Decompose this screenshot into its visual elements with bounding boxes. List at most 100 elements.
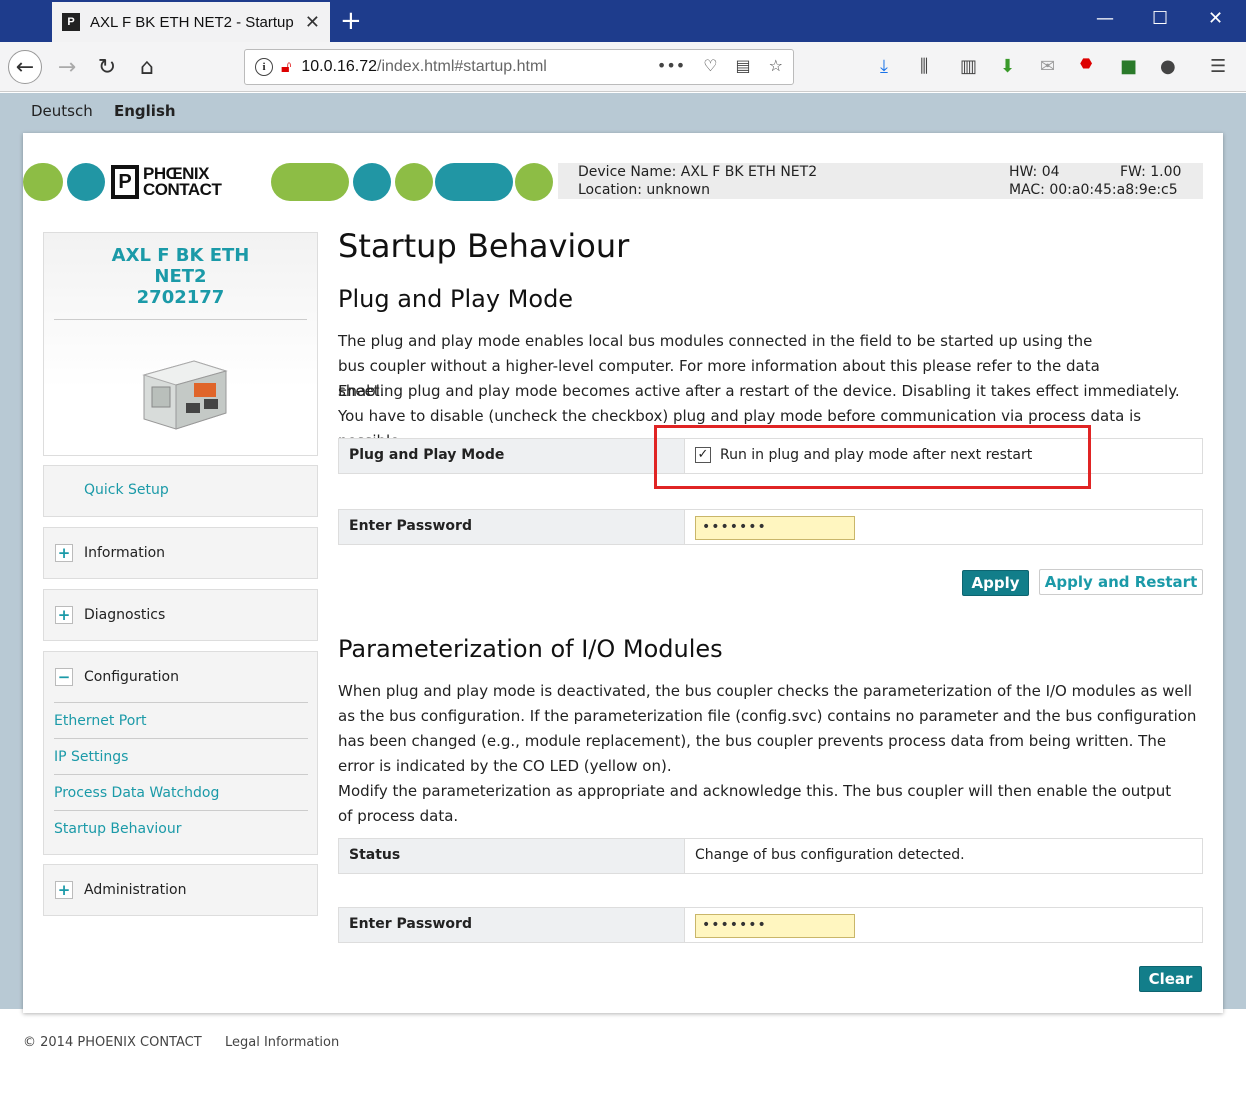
product-number: 2702177 (136, 287, 225, 308)
library-icon[interactable]: ⫼ (920, 56, 928, 77)
status-row: Status Change of bus configuration detec… (338, 838, 1203, 874)
browser-tab[interactable]: P AXL F BK ETH NET2 - Startup B ✕ (52, 2, 330, 42)
apply-restart-button[interactable]: Apply and Restart (1039, 569, 1203, 595)
param-description-1: When plug and play mode is deactivated, … (338, 682, 1197, 775)
menu-icon[interactable]: ☰ (1210, 56, 1226, 77)
insecure-lock-icon[interactable]: 🔓︎ (281, 57, 291, 77)
banner-dot (435, 163, 513, 201)
param-description-2: Modify the parameterization as appropria… (338, 782, 1172, 825)
lang-english[interactable]: English (114, 102, 176, 120)
brand-banner: P PHŒNIX CONTACT (23, 163, 563, 201)
pocket-icon[interactable]: ♡ (703, 56, 717, 75)
browser-navbar: ← → ↻ ⌂ i 🔓︎ 10.0.16.72/index.html#start… (0, 42, 1246, 92)
back-icon[interactable]: ← (8, 50, 42, 84)
device-name: Device Name: AXL F BK ETH NET2 (578, 164, 818, 180)
new-tab-icon[interactable]: + (340, 6, 362, 36)
password-field[interactable]: ••••••• (695, 516, 855, 540)
maximize-icon[interactable]: ☐ (1152, 8, 1168, 29)
account-icon[interactable]: ● (1160, 56, 1176, 77)
tab-title: AXL F BK ETH NET2 - Startup B (90, 13, 299, 31)
password-label: Enter Password (339, 510, 685, 544)
password-label-2: Enter Password (339, 908, 685, 942)
menu-configuration: − Configuration Ethernet Port IP Setting… (43, 651, 318, 855)
submenu-process-data-watchdog[interactable]: Process Data Watchdog (54, 774, 308, 810)
banner-dot (515, 163, 553, 201)
url-host: 10.0.16.72 (301, 58, 377, 75)
mail-icon[interactable]: ✉ (1040, 56, 1055, 77)
red-highlight-box (654, 425, 1091, 489)
product-box: AXL F BK ETH NET2 2702177 (43, 232, 318, 456)
submenu-startup-behaviour[interactable]: Startup Behaviour (54, 810, 308, 846)
quick-setup-box: Quick Setup (43, 465, 318, 517)
banner-dot (23, 163, 63, 201)
bookmark-star-icon[interactable]: ☆ (769, 56, 783, 75)
submenu-ethernet-port[interactable]: Ethernet Port (54, 702, 308, 738)
password-field-2[interactable]: ••••••• (695, 914, 855, 938)
pnp-heading: Plug and Play Mode (338, 285, 574, 313)
menu-configuration-header[interactable]: − Configuration (44, 652, 317, 702)
menu-administration-label: Administration (84, 882, 187, 898)
configuration-submenu: Ethernet Port IP Settings Process Data W… (54, 702, 308, 846)
tab-favicon-icon: P (62, 13, 80, 31)
status-label: Status (339, 839, 685, 873)
expand-plus-icon[interactable]: + (55, 881, 73, 899)
logo-line2: CONTACT (143, 180, 222, 199)
download-helper-icon[interactable]: ⬇ (1000, 56, 1015, 77)
product-name-line2: NET2 (154, 266, 207, 287)
download-icon[interactable]: ⤓ (880, 56, 888, 77)
menu-diagnostics: + Diagnostics (43, 589, 318, 641)
page-title: Startup Behaviour (338, 227, 630, 265)
footer-legal-link[interactable]: Legal Information (225, 1035, 339, 1050)
firmware-version: FW: 1.00 (1120, 164, 1182, 180)
language-bar: Deutsch English (0, 93, 1246, 129)
menu-configuration-label: Configuration (84, 669, 179, 685)
menu-diagnostics-label: Diagnostics (84, 607, 166, 623)
minimize-icon[interactable]: — (1096, 8, 1114, 29)
page-actions-icon[interactable]: ••• (657, 56, 685, 75)
extension-icon[interactable]: ■ (1120, 56, 1137, 77)
banner-dot (395, 163, 433, 201)
close-window-icon[interactable]: ✕ (1208, 8, 1223, 29)
expand-plus-icon[interactable]: + (55, 544, 73, 562)
content-card: P PHŒNIX CONTACT Device Name: AXL F BK E… (23, 133, 1223, 1013)
quick-setup-link[interactable]: Quick Setup (84, 482, 169, 498)
tab-close-icon[interactable]: ✕ (305, 12, 320, 33)
menu-administration: + Administration (43, 864, 318, 916)
collapse-minus-icon[interactable]: − (55, 668, 73, 686)
apply-button[interactable]: Apply (962, 570, 1029, 596)
reader-icon[interactable]: ▤ (736, 56, 751, 75)
adblock-icon[interactable]: ⬣ (1080, 56, 1092, 72)
menu-diagnostics-header[interactable]: + Diagnostics (44, 590, 317, 640)
device-info-panel: Device Name: AXL F BK ETH NET2 Location:… (558, 163, 1203, 199)
status-value: Change of bus configuration detected. (695, 847, 965, 863)
forward-icon[interactable]: → (50, 50, 84, 84)
device-location: Location: unknown (578, 182, 710, 198)
hardware-version: HW: 04 (1009, 164, 1060, 180)
banner-dot (353, 163, 391, 201)
phoenix-logo: P PHŒNIX CONTACT (111, 163, 263, 201)
reload-icon[interactable]: ↻ (90, 50, 124, 84)
footer-copyright: © 2014 PHOENIX CONTACT (23, 1035, 202, 1050)
url-path: /index.html#startup.html (377, 58, 547, 75)
submenu-ip-settings[interactable]: IP Settings (54, 738, 308, 774)
menu-administration-header[interactable]: + Administration (44, 865, 317, 915)
browser-titlebar: P AXL F BK ETH NET2 - Startup B ✕ + — ☐ … (0, 0, 1246, 42)
param-heading: Parameterization of I/O Modules (338, 635, 723, 663)
pnp-mode-label: Plug and Play Mode (339, 439, 685, 473)
clear-button[interactable]: Clear (1139, 966, 1202, 992)
password-row: Enter Password ••••••• (338, 509, 1203, 545)
menu-information: + Information (43, 527, 318, 579)
expand-plus-icon[interactable]: + (55, 606, 73, 624)
banner-dot (67, 163, 105, 201)
home-icon[interactable]: ⌂ (130, 50, 164, 84)
sidebar-icon[interactable]: ▥ (960, 56, 977, 77)
mac-address: MAC: 00:a0:45:a8:9e:c5 (1009, 182, 1178, 198)
product-name-line1: AXL F BK ETH (111, 245, 250, 266)
url-bar[interactable]: i 🔓︎ 10.0.16.72/index.html#startup.html … (244, 49, 794, 85)
site-info-icon[interactable]: i (255, 58, 273, 76)
product-image (142, 360, 228, 430)
lang-deutsch[interactable]: Deutsch (31, 102, 93, 120)
menu-information-header[interactable]: + Information (44, 528, 317, 578)
logo-mark-icon: P (111, 165, 139, 199)
password-row-2: Enter Password ••••••• (338, 907, 1203, 943)
